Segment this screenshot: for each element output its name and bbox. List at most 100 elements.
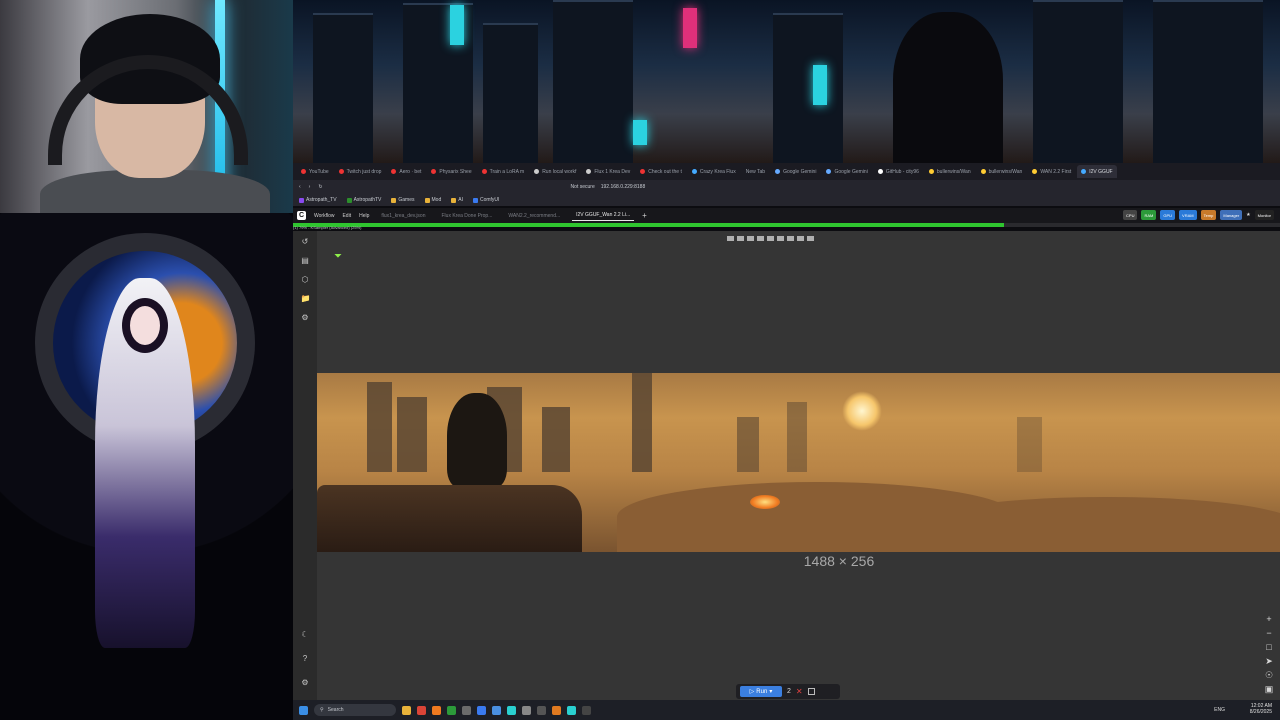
star-icon[interactable]: ★ — [1246, 212, 1250, 218]
start-icon[interactable] — [299, 705, 308, 715]
browser-tab[interactable]: Google Gemini — [822, 165, 871, 178]
browser-tab[interactable]: Flux 1 Krea Dev — [582, 165, 634, 178]
app-icon[interactable] — [537, 705, 546, 715]
forward-icon[interactable]: › — [309, 184, 311, 190]
browser-tab[interactable]: Aero · bet — [387, 165, 425, 178]
url-field[interactable]: 192.168.0.229:8188 — [601, 184, 646, 190]
align-icon[interactable] — [747, 236, 754, 241]
resource-gpu: GPU — [1160, 210, 1176, 220]
browser-tab[interactable]: Train a LoRA m — [478, 165, 529, 178]
browser-tab[interactable]: Run local workf — [530, 165, 580, 178]
resource-vram: VRAM — [1179, 210, 1197, 220]
bookmark-folder[interactable]: AI — [451, 197, 463, 203]
browser-tab-bar: YouTube Twitch just drop Aero · bet Phys… — [293, 163, 1280, 180]
character-artwork — [0, 213, 293, 720]
browser-tab[interactable]: bullerwins/Wan — [925, 165, 975, 178]
minimap-icon[interactable]: ▣ — [1265, 684, 1274, 694]
selection-toolbox — [727, 234, 847, 243]
search-icon: ⚲ — [320, 707, 324, 713]
menu-help[interactable]: Help — [359, 213, 369, 219]
monitor-button[interactable]: Monitor — [1254, 210, 1274, 220]
workflow-tab[interactable]: Flux Krea Done Prop... — [438, 211, 497, 221]
node-library-icon[interactable]: ▤ — [301, 256, 310, 265]
stop-icon[interactable] — [807, 688, 815, 695]
webcam-feed — [0, 0, 293, 213]
browser-tab[interactable]: Crazy Krea Flux — [688, 165, 740, 178]
comfyui-menu-bar: C Workflow Edit Help flux1_krea_dev.json… — [293, 208, 1280, 223]
cancel-icon[interactable]: ✕ — [796, 687, 803, 696]
resource-ram: RAM — [1141, 210, 1157, 220]
bookmark[interactable]: Astropath_TV — [299, 197, 337, 203]
align-icon[interactable] — [777, 236, 784, 241]
templates-icon[interactable]: ⚙ — [301, 313, 310, 322]
app-icon[interactable] — [507, 705, 516, 715]
brave-icon[interactable] — [432, 705, 441, 715]
pin-icon[interactable]: ⏷ — [334, 251, 343, 263]
app-icon[interactable] — [567, 705, 576, 715]
bookmark[interactable]: AstropathTV — [346, 197, 381, 203]
browser-tab[interactable]: Twitch just drop — [335, 165, 386, 178]
comfyui-logo-icon[interactable]: C — [297, 211, 306, 220]
align-icon[interactable] — [807, 236, 814, 241]
settings-icon[interactable]: ⚙ — [301, 678, 310, 687]
queue-progress-bar — [293, 223, 1280, 227]
chrome-icon[interactable] — [417, 705, 426, 715]
canvas-controls: + − □ ➤ ☉ ▣ — [1262, 614, 1276, 694]
add-tab-icon[interactable]: + — [642, 211, 647, 220]
menu-edit[interactable]: Edit — [342, 213, 351, 219]
back-icon[interactable]: ‹ — [299, 184, 301, 190]
theme-toggle-icon[interactable]: ☾ — [301, 630, 310, 639]
app-icon[interactable] — [582, 705, 591, 715]
browser-tab[interactable]: YouTube — [297, 165, 333, 178]
align-icon[interactable] — [737, 236, 744, 241]
app-icon[interactable] — [477, 705, 486, 715]
model-library-icon[interactable]: ⬡ — [301, 275, 310, 284]
select-mode-icon[interactable]: ➤ — [1265, 656, 1273, 666]
browser-tab[interactable]: GitHub - city96 — [874, 165, 923, 178]
security-warning[interactable]: Not secure — [571, 184, 595, 190]
align-icon[interactable] — [787, 236, 794, 241]
workflows-icon[interactable]: 📁 — [301, 294, 311, 303]
batch-count-input[interactable]: 2 — [787, 688, 791, 695]
zoom-in-icon[interactable]: + — [1266, 614, 1271, 624]
reload-icon[interactable]: ↻ — [318, 184, 322, 190]
file-explorer-icon[interactable] — [402, 705, 411, 715]
zoom-out-icon[interactable]: − — [1266, 628, 1271, 638]
browser-tab[interactable]: WAN 2.2 First — [1028, 165, 1075, 178]
workflow-tab-active[interactable]: I2V GGUF_Wan 2.2 Li... — [572, 210, 635, 221]
align-icon[interactable] — [767, 236, 774, 241]
help-icon[interactable]: ? — [301, 654, 310, 663]
sidebar-bottom: ☾ ? ⚙ — [293, 630, 317, 687]
browser-tab[interactable]: bullerwins/Wan — [977, 165, 1027, 178]
workflow-tab[interactable]: WAN2.2_recommend... — [504, 211, 564, 221]
menu-workflow[interactable]: Workflow — [314, 213, 334, 219]
app-icon[interactable] — [447, 705, 456, 715]
browser-tab[interactable]: Physarix Shee — [427, 165, 475, 178]
workflow-tab[interactable]: flux1_krea_dev.json — [377, 211, 429, 221]
language-indicator[interactable]: ENG — [1214, 707, 1225, 713]
browser-tab[interactable]: New Tab — [742, 165, 769, 178]
fit-view-icon[interactable]: □ — [1266, 642, 1271, 652]
align-icon[interactable] — [797, 236, 804, 241]
browser-tab[interactable]: Check out the t — [636, 165, 686, 178]
run-controls: ▷ Run ▾ 2 ✕ — [736, 684, 840, 699]
taskbar-search[interactable]: ⚲ Search — [314, 704, 396, 716]
app-icon[interactable] — [462, 705, 471, 715]
browser-tab[interactable]: Google Gemini — [771, 165, 820, 178]
app-icon[interactable] — [552, 705, 561, 715]
windows-taskbar: ⚲ Search 12:02 AM 8/26/2025 ENG — [293, 700, 1280, 720]
bookmark[interactable]: ComfyUI — [472, 197, 499, 203]
browser-tab-active[interactable]: I2V GGUF — [1077, 165, 1117, 178]
bookmark-folder[interactable]: Mod — [424, 197, 441, 203]
align-icon[interactable] — [757, 236, 764, 241]
run-button[interactable]: ▷ Run ▾ — [740, 686, 782, 697]
settings-icon[interactable] — [522, 705, 531, 715]
bookmark-folder[interactable]: Games — [391, 197, 415, 203]
system-clock[interactable]: 12:02 AM 8/26/2025 — [1250, 703, 1272, 715]
app-icon[interactable] — [492, 705, 501, 715]
toggle-links-icon[interactable]: ☉ — [1265, 670, 1273, 680]
manager-button[interactable]: Manager — [1220, 210, 1243, 220]
queue-icon[interactable]: ↺ — [301, 237, 310, 246]
align-icon[interactable] — [727, 236, 734, 241]
output-image-preview[interactable] — [317, 373, 1280, 552]
